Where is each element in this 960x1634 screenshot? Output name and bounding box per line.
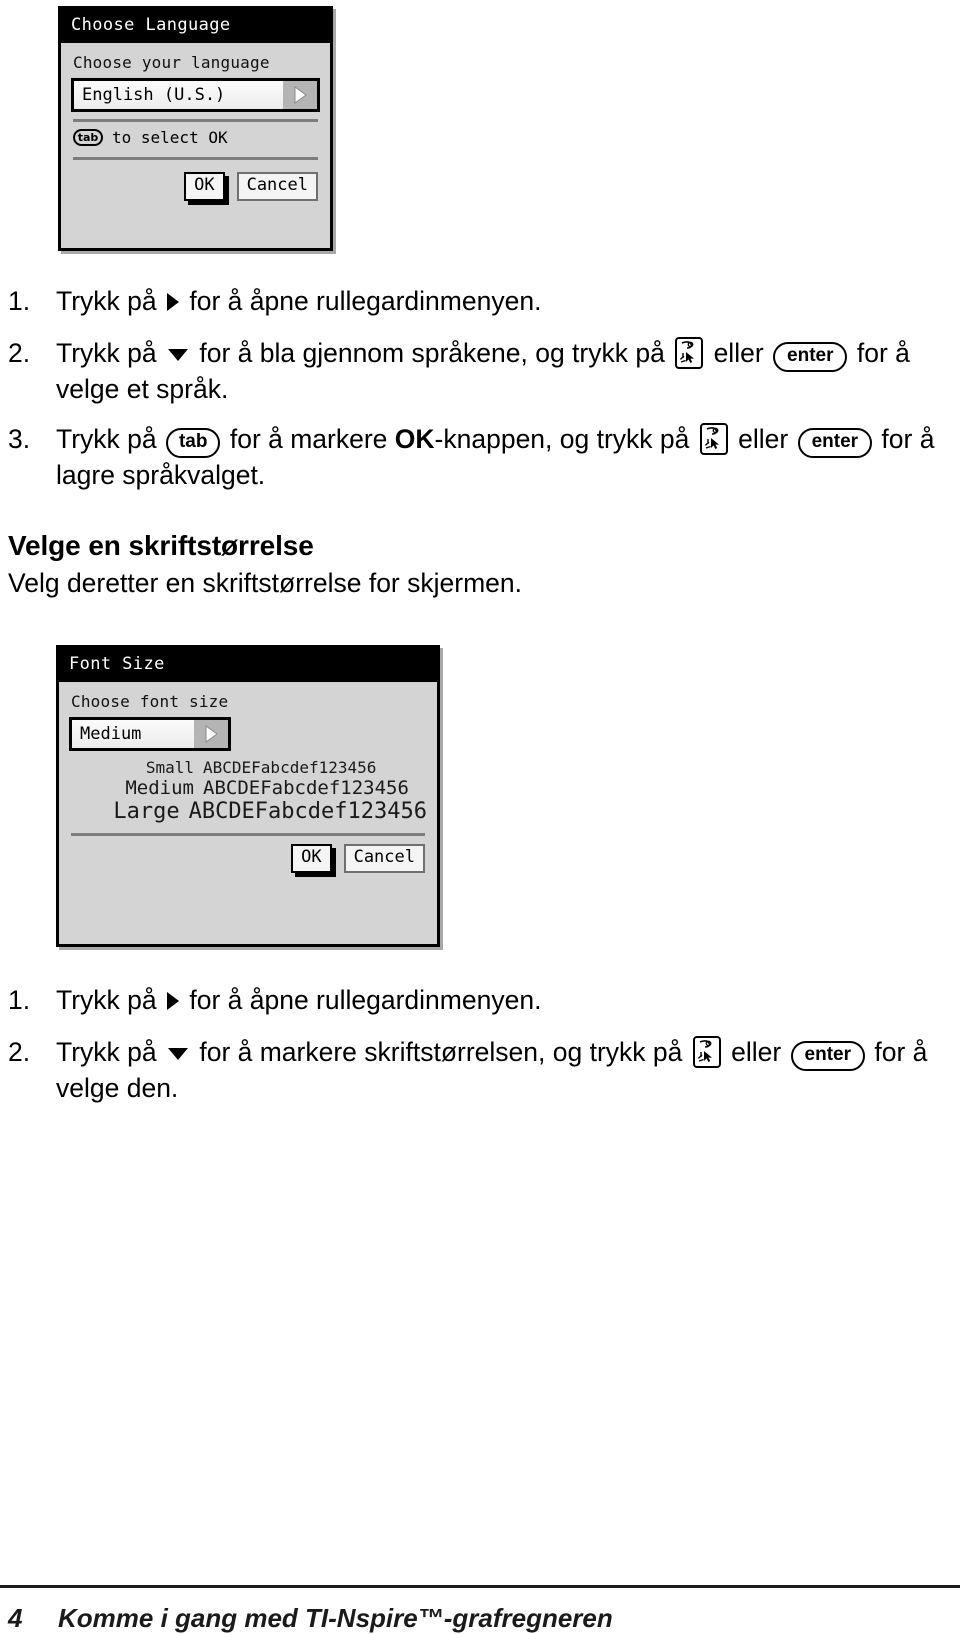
font-size-dropdown-value: Medium	[72, 720, 194, 748]
sample-text: ABCDEFabcdef123456	[203, 758, 377, 777]
font-size-sample-list: Small ABCDEFabcdef123456 Medium ABCDEFab…	[69, 758, 427, 824]
sample-label: Small	[145, 758, 194, 777]
enter-key-icon: enter	[790, 1041, 866, 1072]
list-item: 2. Trykk på for å markere skriftstørrels…	[0, 1035, 940, 1106]
step-text: Trykk på for å bla gjennom språkene, og …	[56, 337, 910, 405]
click-key-icon	[692, 1036, 721, 1069]
font-size-body: Choose font size Medium Small ABCDEFabcd…	[59, 682, 437, 881]
step-number: 1.	[8, 985, 31, 1015]
footer-divider	[0, 1585, 960, 1588]
choose-language-prompt: Choose your language	[73, 53, 270, 72]
font-section-heading-block: Velge en skriftstørrelse Velg deretter e…	[8, 530, 908, 599]
list-item: Large ABCDEFabcdef123456	[69, 799, 427, 824]
language-steps-block: 1. Trykk på for å åpne rullegardinmenyen…	[0, 284, 940, 510]
tab-key-icon: tab	[73, 129, 103, 146]
choose-language-titlebar: Choose Language	[61, 9, 330, 43]
triangle-down-icon	[167, 349, 188, 362]
divider	[73, 119, 318, 122]
choose-language-dialog: Choose Language Choose your language Eng…	[58, 6, 333, 251]
click-key-icon	[675, 337, 704, 370]
font-size-dropdown[interactable]: Medium	[69, 717, 231, 751]
footer-page-number: 4	[8, 1603, 23, 1633]
triangle-right-icon[interactable]	[283, 81, 317, 109]
triangle-right-icon	[166, 992, 179, 1010]
font-section-subtext: Velg deretter en skriftstørrelse for skj…	[8, 568, 522, 598]
tab-hint-text: to select OK	[112, 128, 228, 147]
step-text: Trykk på for å åpne rullegardinmenyen.	[56, 286, 542, 316]
list-item: 3. Trykk på tab for å markere OK-knappen…	[0, 422, 940, 493]
choose-language-body: Choose your language English (U.S.) tab …	[61, 43, 330, 209]
triangle-right-icon	[166, 293, 179, 311]
triangle-down-icon	[167, 1048, 188, 1061]
step-text: Trykk på for å markere skriftstørrelsen,…	[56, 1036, 928, 1104]
font-size-cancel-button[interactable]: Cancel	[343, 844, 425, 873]
step-number: 2.	[8, 338, 31, 369]
footer-title: Komme i gang med TI-Nspire™-grafregneren	[58, 1603, 613, 1633]
choose-language-buttons: OK Cancel	[71, 172, 320, 201]
click-key-icon	[699, 423, 728, 456]
divider	[73, 157, 318, 160]
enter-key-icon: enter	[797, 428, 873, 459]
step-text: Trykk på tab for å markere OK-knappen, o…	[56, 423, 935, 491]
step-number: 3.	[8, 424, 31, 455]
font-size-dialog: Font Size Choose font size Medium Small …	[56, 645, 440, 947]
tab-hint-row: tab to select OK	[73, 128, 320, 147]
choose-language-title: Choose Language	[71, 15, 231, 35]
language-dropdown[interactable]: English (U.S.)	[71, 78, 320, 112]
sample-label: Medium	[125, 777, 194, 799]
step-text: Trykk på for å åpne rullegardinmenyen.	[56, 985, 542, 1015]
font-steps-list: 1. Trykk på for å åpne rullegardinmenyen…	[0, 983, 940, 1106]
sample-label: Large	[113, 799, 180, 824]
font-steps-block: 1. Trykk på for å åpne rullegardinmenyen…	[0, 983, 940, 1123]
enter-key-icon: enter	[773, 342, 848, 373]
font-size-ok-button[interactable]: OK	[291, 844, 332, 873]
step-number: 1.	[8, 286, 31, 316]
divider	[71, 833, 425, 836]
sample-text: ABCDEFabcdef123456	[188, 799, 427, 824]
font-size-titlebar: Font Size	[59, 648, 437, 682]
font-size-title: Font Size	[69, 654, 165, 674]
language-dropdown-value: English (U.S.)	[74, 81, 283, 109]
list-item: Small ABCDEFabcdef123456	[69, 758, 427, 777]
language-steps-list: 1. Trykk på for å åpne rullegardinmenyen…	[0, 284, 940, 493]
ok-emphasis: OK	[394, 424, 435, 455]
list-item: 1. Trykk på for å åpne rullegardinmenyen…	[0, 284, 940, 319]
page-title: Velge en skriftstørrelse	[8, 530, 314, 561]
list-item: 2. Trykk på for å bla gjennom språkene, …	[0, 336, 940, 407]
language-cancel-button[interactable]: Cancel	[236, 172, 318, 201]
font-size-prompt: Choose font size	[71, 692, 229, 711]
tab-key-icon: tab	[165, 428, 221, 459]
font-size-buttons: OK Cancel	[69, 844, 427, 873]
list-item: 1. Trykk på for å åpne rullegardinmenyen…	[0, 983, 940, 1018]
list-item: Medium ABCDEFabcdef123456	[69, 777, 427, 799]
language-ok-button[interactable]: OK	[184, 172, 225, 201]
triangle-right-icon[interactable]	[194, 720, 228, 748]
sample-text: ABCDEFabcdef123456	[203, 777, 409, 799]
step-number: 2.	[8, 1037, 31, 1068]
